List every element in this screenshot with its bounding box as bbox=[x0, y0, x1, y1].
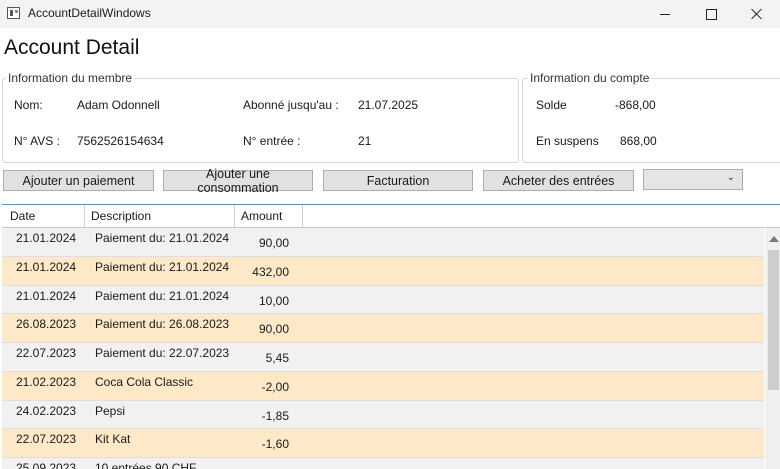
cell-amount: 5,45 bbox=[265, 351, 289, 365]
avs-value: 7562526154634 bbox=[77, 134, 164, 148]
grid-header: Date Description Amount bbox=[2, 205, 780, 228]
cell-date: 21.02.2023 bbox=[16, 374, 77, 389]
table-row[interactable]: 22.07.2023 Paiement du: 22.07.2023 5,45 bbox=[2, 343, 764, 372]
table-row[interactable]: 21.01.2024 Paiement du: 21.01.2024 432,0… bbox=[2, 256, 764, 286]
table-row[interactable]: 26.08.2023 Paiement du: 26.08.2023 90,00 bbox=[2, 314, 764, 343]
cell-description: Paiement du: 21.01.2024 bbox=[95, 259, 230, 274]
cell-description: Paiement du: 21.01.2024 bbox=[95, 288, 230, 303]
entries-label: N° entrée : bbox=[243, 134, 301, 148]
name-value: Adam Odonnell bbox=[77, 98, 160, 112]
cell-date: 21.01.2024 bbox=[16, 231, 77, 245]
entries-value: 21 bbox=[358, 134, 372, 148]
subscribed-until-value: 21.07.2025 bbox=[358, 98, 419, 112]
avs-label: N° AVS : bbox=[14, 134, 60, 148]
minimize-icon bbox=[660, 13, 670, 15]
table-row[interactable]: 25.09.2023 10 entrées 90 CHF bbox=[2, 458, 764, 469]
window-title: AccountDetailWindows bbox=[28, 6, 151, 20]
table-row[interactable]: 21.01.2024 Paiement du: 21.01.2024 10,00 bbox=[2, 285, 764, 315]
table-row[interactable]: 21.01.2024 Paiement du: 21.01.2024 90,00 bbox=[2, 228, 764, 257]
subscribed-until-label: Abonné jusqu'au : bbox=[243, 98, 339, 112]
name-label: Nom: bbox=[14, 98, 43, 112]
scroll-up-icon[interactable] bbox=[769, 236, 779, 242]
filter-combobox[interactable]: ⌄ bbox=[643, 169, 743, 190]
table-row[interactable]: 22.07.2023 Kit Kat -1,60 bbox=[2, 429, 764, 458]
cell-amount: -2,00 bbox=[261, 379, 289, 394]
member-info-legend: Information du membre bbox=[6, 71, 135, 85]
column-header-amount[interactable]: Amount bbox=[235, 205, 303, 227]
cell-date: 22.07.2023 bbox=[16, 432, 77, 447]
buy-entries-button[interactable]: Acheter des entrées bbox=[483, 170, 634, 191]
table-row[interactable]: 24.02.2023 Pepsi -1,85 bbox=[2, 400, 764, 430]
close-icon bbox=[751, 8, 763, 20]
cell-amount: -1,60 bbox=[261, 437, 289, 452]
add-consumption-button[interactable]: Ajouter une consommation bbox=[163, 167, 313, 195]
pending-value: 868,00 bbox=[620, 134, 657, 148]
balance-label: Solde bbox=[536, 98, 567, 112]
cell-description: Paiement du: 21.01.2024 bbox=[95, 231, 230, 245]
cell-amount: -1,85 bbox=[261, 408, 289, 423]
minimize-button[interactable] bbox=[642, 0, 688, 28]
maximize-button[interactable] bbox=[688, 0, 734, 28]
cell-description: Paiement du: 22.07.2023 bbox=[95, 346, 230, 360]
cell-date: 24.02.2023 bbox=[16, 403, 77, 418]
table-row[interactable]: 21.02.2023 Coca Cola Classic -2,00 bbox=[2, 371, 764, 401]
cell-description: Kit Kat bbox=[95, 432, 131, 447]
cell-amount: 90,00 bbox=[258, 322, 289, 337]
add-payment-button[interactable]: Ajouter un paiement bbox=[3, 170, 154, 191]
vertical-scrollbar[interactable] bbox=[765, 228, 780, 469]
cell-amount: 90,00 bbox=[258, 236, 289, 250]
cell-date: 21.01.2024 bbox=[16, 259, 77, 274]
chevron-down-icon: ⌄ bbox=[726, 172, 735, 183]
transactions-grid[interactable]: Date Description Amount 21.01.2024 Paiem… bbox=[2, 204, 780, 469]
cell-amount: 432,00 bbox=[252, 264, 289, 279]
column-header-description[interactable]: Description bbox=[85, 205, 235, 227]
cell-description: Coca Cola Classic bbox=[95, 374, 194, 389]
grid-rows: 21.01.2024 Paiement du: 21.01.2024 90,00… bbox=[2, 228, 764, 469]
cell-date: 26.08.2023 bbox=[16, 317, 77, 332]
cell-date: 22.07.2023 bbox=[16, 346, 77, 360]
account-info-group: Information du compte Solde -868,00 En s… bbox=[522, 71, 780, 163]
account-info-legend: Information du compte bbox=[528, 71, 652, 85]
cell-amount: 10,00 bbox=[258, 293, 289, 308]
column-header-date[interactable]: Date bbox=[4, 205, 85, 227]
cell-description: Pepsi bbox=[95, 403, 126, 418]
billing-button[interactable]: Facturation bbox=[323, 170, 473, 191]
pending-label: En suspens bbox=[536, 134, 599, 148]
maximize-icon bbox=[705, 8, 717, 20]
app-icon bbox=[7, 7, 20, 19]
cell-date: 21.01.2024 bbox=[16, 288, 77, 303]
page-title: Account Detail bbox=[4, 36, 140, 59]
close-button[interactable] bbox=[734, 0, 780, 28]
member-info-group: Information du membre Nom: Adam Odonnell… bbox=[2, 71, 519, 163]
scrollbar-thumb[interactable] bbox=[768, 250, 779, 390]
balance-value: -868,00 bbox=[615, 98, 656, 112]
title-bar: AccountDetailWindows bbox=[0, 0, 780, 28]
cell-description: Paiement du: 26.08.2023 bbox=[95, 317, 230, 332]
